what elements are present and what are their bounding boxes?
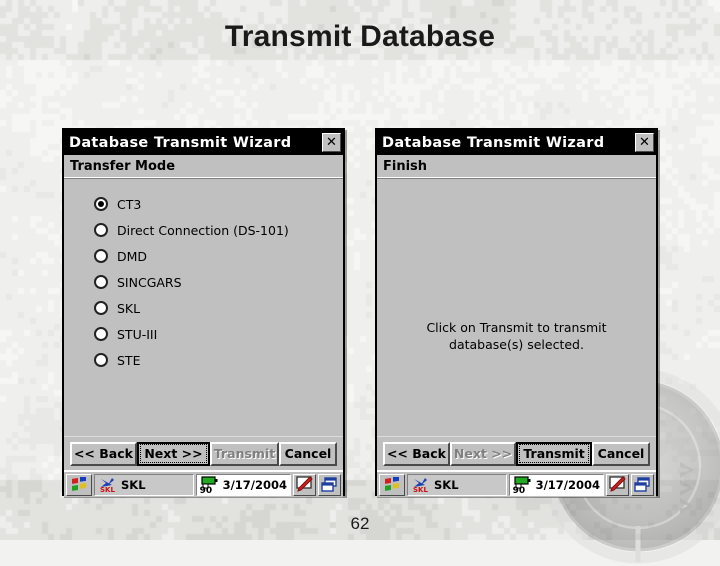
tray-date-label: 3/17/2004 bbox=[535, 477, 600, 492]
radio-button-icon[interactable] bbox=[94, 301, 108, 315]
svg-text:SKL: SKL bbox=[413, 486, 428, 493]
switch-windows-icon[interactable] bbox=[631, 473, 654, 496]
transmit-button-label: Transmit bbox=[213, 446, 276, 461]
skl-app-icon: SKL bbox=[413, 478, 428, 493]
skl-app-icon: SKL bbox=[100, 478, 115, 493]
radio-option-skl[interactable]: SKL bbox=[64, 295, 343, 321]
radio-button-icon[interactable] bbox=[94, 275, 108, 289]
cancel-button-label: Cancel bbox=[597, 446, 645, 461]
cancel-button[interactable]: Cancel bbox=[592, 441, 650, 466]
page-title: Transmit Database bbox=[224, 20, 496, 53]
next-button-label: Next >> bbox=[140, 444, 207, 463]
radio-button-icon[interactable] bbox=[94, 197, 108, 211]
next-button: Next >> bbox=[449, 441, 517, 466]
dialog-client-area: CT3 Direct Connection (DS-101) DMD SINCG… bbox=[64, 178, 343, 436]
taskbar-item-label: SKL bbox=[121, 477, 146, 492]
cancel-button[interactable]: Cancel bbox=[279, 441, 337, 466]
dialog-titlebar: Database Transmit Wizard ✕ bbox=[377, 130, 656, 155]
back-button[interactable]: << Back bbox=[70, 441, 137, 466]
back-button-label: << Back bbox=[73, 446, 133, 461]
next-button-label: Next >> bbox=[453, 446, 513, 461]
finish-message: Click on Transmit to transmit database(s… bbox=[426, 320, 607, 352]
dialog-button-bar: << Back Next >> Transmit Cancel bbox=[377, 436, 656, 470]
slide-page-number: 62 bbox=[350, 514, 370, 533]
radio-option-ct3[interactable]: CT3 bbox=[64, 191, 343, 217]
radio-button-icon[interactable] bbox=[94, 223, 108, 237]
radio-option-sincgars[interactable]: SINCGARS bbox=[64, 269, 343, 295]
radio-option-dmd[interactable]: DMD bbox=[64, 243, 343, 269]
wizard-step-heading: Transfer Mode bbox=[64, 155, 343, 178]
finish-dialog: Database Transmit Wizard ✕ Finish Click … bbox=[375, 128, 658, 497]
radio-button-icon[interactable] bbox=[94, 353, 108, 367]
battery-percent-label: 90 bbox=[199, 485, 213, 496]
dialog-title: Database Transmit Wizard bbox=[382, 134, 605, 151]
radio-option-label: Direct Connection (DS-101) bbox=[117, 222, 289, 238]
radio-option-direct-connection[interactable]: Direct Connection (DS-101) bbox=[64, 217, 343, 243]
svg-text:SKL: SKL bbox=[100, 486, 115, 493]
transmit-button[interactable]: Transmit bbox=[516, 441, 592, 466]
system-tray: 90 3/17/2004 bbox=[508, 473, 604, 496]
radio-option-stu-iii[interactable]: STU-III bbox=[64, 321, 343, 347]
radio-option-label: SINCGARS bbox=[117, 274, 182, 290]
radio-option-label: STU-III bbox=[117, 326, 158, 342]
close-icon[interactable]: ✕ bbox=[322, 133, 341, 152]
transfer-mode-dialog: Database Transmit Wizard ✕ Transfer Mode… bbox=[62, 128, 345, 497]
cancel-button-label: Cancel bbox=[284, 446, 332, 461]
taskbar-item-skl[interactable]: SKL SKL bbox=[407, 473, 507, 496]
tray-date-label: 3/17/2004 bbox=[222, 477, 287, 492]
battery-percent-label: 90 bbox=[512, 485, 526, 496]
dialog-title: Database Transmit Wizard bbox=[69, 134, 292, 151]
transmit-button-label: Transmit bbox=[519, 444, 589, 463]
dialog-client-area: Click on Transmit to transmit database(s… bbox=[377, 178, 656, 436]
radio-option-label: STE bbox=[117, 352, 141, 368]
back-button-label: << Back bbox=[386, 446, 446, 461]
radio-option-ste[interactable]: STE bbox=[64, 347, 343, 373]
battery-icon[interactable]: 90 bbox=[512, 475, 533, 496]
back-button[interactable]: << Back bbox=[383, 441, 450, 466]
windows-start-icon[interactable] bbox=[379, 473, 405, 496]
windows-start-icon[interactable] bbox=[66, 473, 92, 496]
transmit-button: Transmit bbox=[210, 441, 279, 466]
radio-option-label: DMD bbox=[117, 248, 148, 264]
stylus-pen-icon[interactable] bbox=[293, 473, 316, 496]
close-icon[interactable]: ✕ bbox=[635, 133, 654, 152]
taskbar-item-label: SKL bbox=[434, 477, 459, 492]
next-button[interactable]: Next >> bbox=[136, 441, 211, 466]
radio-option-label: SKL bbox=[117, 300, 141, 316]
radio-button-icon[interactable] bbox=[94, 249, 108, 263]
dialog-button-bar: << Back Next >> Transmit Cancel bbox=[64, 436, 343, 470]
wizard-step-heading: Finish bbox=[377, 155, 656, 178]
switch-windows-icon[interactable] bbox=[318, 473, 341, 496]
radio-button-icon[interactable] bbox=[94, 327, 108, 341]
taskbar-item-skl[interactable]: SKL SKL bbox=[94, 473, 194, 496]
device-taskbar: SKL SKL 90 3/17/2004 bbox=[64, 470, 343, 497]
system-tray: 90 3/17/2004 bbox=[195, 473, 291, 496]
radio-option-label: CT3 bbox=[117, 196, 142, 212]
dialog-titlebar: Database Transmit Wizard ✕ bbox=[64, 130, 343, 155]
stylus-pen-icon[interactable] bbox=[606, 473, 629, 496]
device-taskbar: SKL SKL 90 3/17/2004 bbox=[377, 470, 656, 497]
battery-icon[interactable]: 90 bbox=[199, 475, 220, 496]
